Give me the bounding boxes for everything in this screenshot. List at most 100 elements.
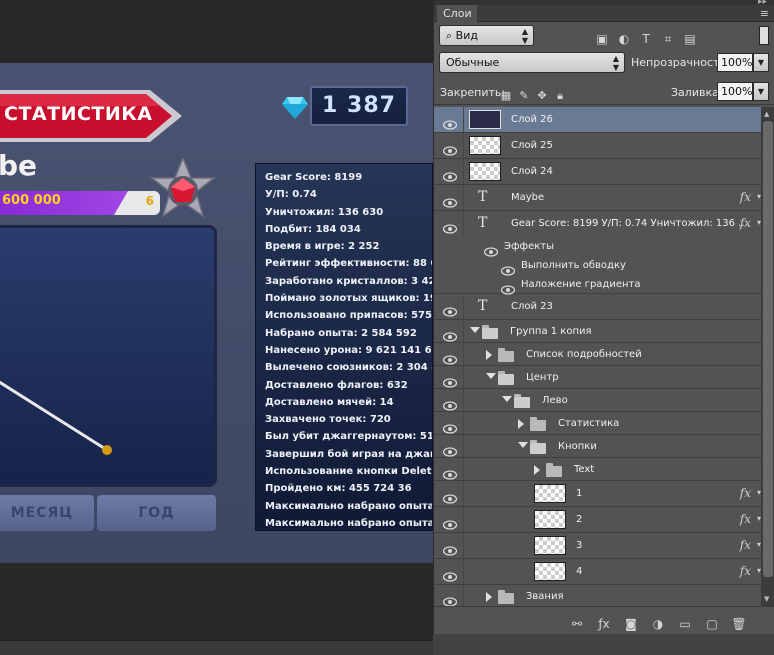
- scroll-down-icon[interactable]: ▼: [764, 595, 769, 603]
- layer-row[interactable]: Группа 1 копия: [434, 320, 761, 343]
- layer-row[interactable]: T Maybe fx ▾: [434, 185, 761, 211]
- search-icon: ⌕: [446, 29, 456, 42]
- layer-row[interactable]: 3 fx ▾: [434, 533, 761, 559]
- layer-row[interactable]: 4 fx ▾: [434, 559, 761, 585]
- visibility-eye-icon[interactable]: [442, 515, 458, 530]
- visibility-eye-icon[interactable]: [442, 465, 458, 480]
- new-group-icon[interactable]: ▭: [677, 617, 693, 631]
- layer-row[interactable]: Text: [434, 458, 761, 481]
- scrollbar-thumb[interactable]: [763, 121, 773, 577]
- layer-thumbnail: [534, 562, 566, 581]
- visibility-eye-icon[interactable]: [442, 396, 458, 411]
- layer-row[interactable]: T Слой 23: [434, 294, 761, 320]
- chevron-down-icon[interactable]: [518, 441, 528, 448]
- lock-transparent-pixels-icon[interactable]: ▦: [499, 89, 513, 103]
- new-adjustment-layer-icon[interactable]: ◑: [650, 617, 666, 631]
- chevron-down-icon[interactable]: [502, 395, 512, 402]
- visibility-eye-icon[interactable]: [442, 373, 458, 388]
- smart-object-filter-icon[interactable]: ▤: [682, 32, 698, 46]
- chevron-right-icon[interactable]: [534, 464, 540, 475]
- layer-effects-icon[interactable]: fx: [740, 538, 751, 552]
- layer-row[interactable]: Слой 24: [434, 159, 761, 185]
- visibility-eye-icon[interactable]: [442, 219, 458, 234]
- layer-row[interactable]: Лево: [434, 389, 761, 412]
- layer-effects-icon[interactable]: fx: [740, 564, 751, 578]
- stat-line: Уничтожил: 136 630: [265, 206, 384, 218]
- stat-line: Доставлено флагов: 632: [265, 379, 408, 391]
- layer-row[interactable]: Наложение градиента: [434, 275, 761, 295]
- layers-panel: ▸▸ Слои ≡ ⌕ Вид ▲ ▼ ▣ ◐ T ⌗ ▤ Обычные ▲ ▼ Непр…: [433, 0, 774, 634]
- link-layers-icon[interactable]: ⚯: [569, 617, 585, 631]
- visibility-eye-icon[interactable]: [442, 167, 458, 182]
- fill-input[interactable]: 100%: [717, 82, 753, 101]
- layer-row[interactable]: 2 fx ▾: [434, 507, 761, 533]
- visibility-eye-icon[interactable]: [442, 442, 458, 457]
- layer-row[interactable]: T Gear Score: 8199 У/П: 0.74 Уничтожил: 1…: [434, 211, 761, 237]
- visibility-eye-icon[interactable]: [442, 350, 458, 365]
- add-layer-style-icon[interactable]: ƒx: [596, 617, 612, 631]
- layer-effects-icon[interactable]: fx: [740, 486, 751, 500]
- year-button[interactable]: ГОД: [97, 495, 216, 531]
- lock-image-pixels-icon[interactable]: ✎: [517, 89, 531, 103]
- layer-row[interactable]: Эффекты: [434, 237, 761, 257]
- layer-row[interactable]: Список подробностей: [434, 343, 761, 366]
- eye-column-divider: [463, 389, 464, 411]
- add-mask-icon[interactable]: ◙: [623, 617, 639, 631]
- layer-thumbnail: [534, 510, 566, 529]
- adjustment-layer-filter-icon[interactable]: ◐: [616, 32, 632, 46]
- month-button[interactable]: МЕСЯЦ: [0, 495, 94, 531]
- folder-icon: [498, 370, 514, 385]
- visibility-eye-icon[interactable]: [442, 541, 458, 556]
- effects-visibility-eye-icon[interactable]: [483, 242, 499, 257]
- lock-all-icon[interactable]: 🔒︎: [553, 89, 567, 103]
- layer-row[interactable]: Кнопки: [434, 435, 761, 458]
- opacity-dropdown-icon[interactable]: ▼: [753, 53, 769, 72]
- visibility-eye-icon[interactable]: [442, 489, 458, 504]
- layer-row[interactable]: Звания: [434, 585, 761, 606]
- visibility-eye-icon[interactable]: [442, 302, 458, 317]
- fill-dropdown-icon[interactable]: ▼: [753, 82, 769, 101]
- delete-layer-icon[interactable]: 🗑︎: [731, 617, 747, 631]
- visibility-eye-icon[interactable]: [442, 567, 458, 582]
- layer-effects-icon[interactable]: fx: [740, 190, 751, 204]
- stat-line: Максимально набрано опыта: [265, 500, 433, 512]
- visibility-eye-icon[interactable]: [442, 193, 458, 208]
- chevron-down-icon[interactable]: [470, 326, 480, 333]
- filter-toggle-switch[interactable]: [759, 26, 769, 45]
- visibility-eye-icon[interactable]: [442, 419, 458, 434]
- effect-visibility-eye-icon[interactable]: [500, 280, 516, 295]
- blend-mode-select[interactable]: Обычные ▲ ▼: [439, 52, 625, 73]
- filter-kind-select[interactable]: ⌕ Вид ▲ ▼: [439, 25, 534, 46]
- layer-row[interactable]: Слой 26: [434, 107, 761, 133]
- layer-list-scrollbar[interactable]: ▲ ▼: [761, 107, 774, 606]
- shape-layer-filter-icon[interactable]: ⌗: [660, 32, 676, 46]
- layer-row[interactable]: Статистика: [434, 412, 761, 435]
- chevron-right-icon[interactable]: [486, 591, 492, 602]
- chevron-right-icon[interactable]: [518, 418, 524, 429]
- tab-layers[interactable]: Слои: [437, 5, 477, 23]
- layer-name: Maybe: [511, 192, 545, 203]
- effect-visibility-eye-icon[interactable]: [500, 261, 516, 276]
- visibility-eye-icon[interactable]: [442, 141, 458, 156]
- visibility-eye-icon[interactable]: [442, 115, 458, 130]
- layer-row[interactable]: 1 fx ▾: [434, 481, 761, 507]
- chevron-right-icon[interactable]: [486, 349, 492, 360]
- visibility-eye-icon[interactable]: [442, 327, 458, 342]
- lock-position-icon[interactable]: ✥: [535, 89, 549, 103]
- layer-effects-icon[interactable]: fx: [740, 216, 751, 230]
- layer-row[interactable]: Слой 25: [434, 133, 761, 159]
- scroll-up-icon[interactable]: ▲: [764, 110, 769, 118]
- layer-row[interactable]: Выполнить обводку: [434, 256, 761, 276]
- chevron-down-icon[interactable]: [486, 372, 496, 379]
- layer-row[interactable]: Центр: [434, 366, 761, 389]
- opacity-input[interactable]: 100%: [717, 53, 753, 72]
- folder-icon: [546, 462, 562, 477]
- eye-column-divider: [463, 133, 464, 158]
- layer-effects-icon[interactable]: fx: [740, 512, 751, 526]
- document-canvas[interactable]: СТАТИСТИКА 1 387 be 600 000 6 МЕСЯЦ ГОД …: [0, 0, 433, 655]
- type-layer-filter-icon[interactable]: T: [638, 32, 654, 46]
- pixel-layer-filter-icon[interactable]: ▣: [594, 32, 610, 46]
- panel-menu-icon[interactable]: ≡: [760, 7, 769, 20]
- visibility-eye-icon[interactable]: [442, 592, 458, 606]
- new-layer-icon[interactable]: ▢: [704, 617, 720, 631]
